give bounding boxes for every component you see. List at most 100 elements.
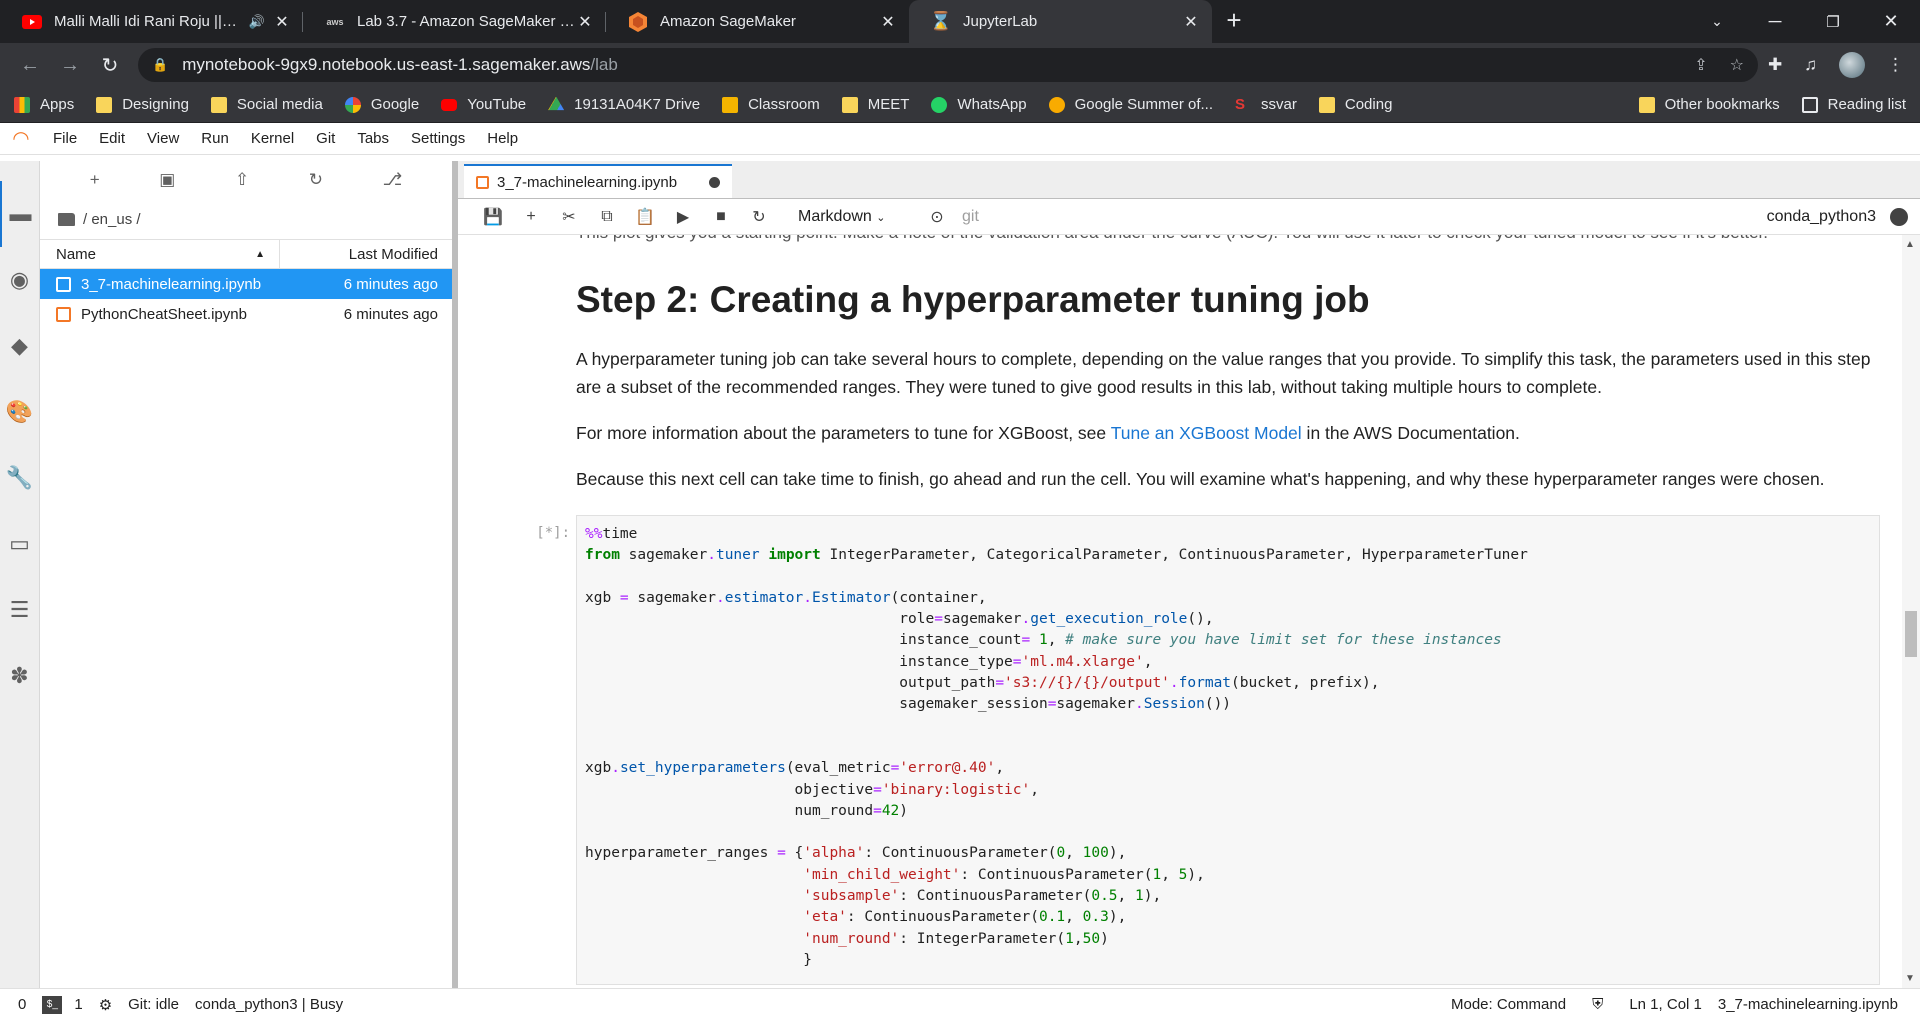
bookmark-classroom[interactable]: Classroom bbox=[722, 96, 820, 113]
markdown-paragraph: Because this next cell can take time to … bbox=[576, 469, 1825, 489]
toc-list-icon[interactable]: ☰ bbox=[0, 577, 40, 643]
close-tab-icon[interactable]: ✕ bbox=[273, 12, 291, 32]
tab-title: Amazon SageMaker bbox=[660, 13, 796, 30]
kernel-name[interactable]: conda_python3 bbox=[1767, 208, 1876, 226]
forward-icon[interactable]: → bbox=[50, 54, 90, 77]
new-tab-button[interactable]: + bbox=[1212, 0, 1256, 43]
back-icon[interactable]: ← bbox=[10, 54, 50, 77]
code-editor[interactable]: %%time from sagemaker.tuner import Integ… bbox=[576, 515, 1880, 985]
media-control-icon[interactable]: ♫ bbox=[1804, 55, 1817, 75]
stop-icon[interactable]: ■ bbox=[702, 208, 740, 226]
browser-tab-2[interactable]: aws Lab 3.7 - Amazon SageMaker - H ✕ bbox=[303, 0, 606, 43]
menu-tabs[interactable]: Tabs bbox=[346, 130, 400, 147]
mode-status[interactable]: Mode: Command bbox=[1451, 996, 1566, 1013]
name-column-header[interactable]: Name ▲ bbox=[40, 240, 280, 268]
close-window-button[interactable]: ✕ bbox=[1862, 0, 1920, 43]
minimize-button[interactable]: ─ bbox=[1746, 0, 1804, 43]
palette-icon[interactable]: 🎨 bbox=[0, 379, 40, 445]
menu-git[interactable]: Git bbox=[305, 130, 346, 147]
git-status[interactable]: Git: idle bbox=[128, 996, 179, 1013]
share-icon[interactable]: ⇪ bbox=[1694, 55, 1707, 75]
save-icon[interactable]: 💾 bbox=[474, 207, 512, 227]
menu-run[interactable]: Run bbox=[190, 130, 240, 147]
close-tab-icon[interactable]: ✕ bbox=[576, 12, 594, 32]
bookmark-drive[interactable]: 19131A04K7 Drive bbox=[548, 96, 700, 113]
bookmark-star-icon[interactable]: ☆ bbox=[1730, 55, 1744, 75]
menu-dots-icon[interactable]: ⋮ bbox=[1887, 55, 1904, 75]
status-count[interactable]: 0 bbox=[18, 996, 26, 1013]
new-folder-icon[interactable]: ▣ bbox=[159, 170, 175, 190]
tab-search-icon[interactable]: ⌄ bbox=[1688, 0, 1746, 43]
clock-icon[interactable]: ⊙ bbox=[918, 207, 956, 227]
run-icon[interactable]: ▶ bbox=[664, 207, 702, 227]
git-clone-icon[interactable]: ⎇ bbox=[383, 170, 403, 190]
folder-icon[interactable]: ▬ bbox=[0, 181, 40, 247]
running-kernels-icon[interactable]: ◉ bbox=[0, 247, 40, 313]
wrench-icon[interactable]: 🔧 bbox=[0, 445, 40, 511]
bookmark-coding[interactable]: Coding bbox=[1318, 96, 1392, 113]
close-tab-icon[interactable]: ✕ bbox=[1182, 12, 1200, 32]
menu-settings[interactable]: Settings bbox=[400, 130, 476, 147]
cell-type-select[interactable]: Markdown ⌄ bbox=[798, 208, 918, 226]
bookmark-other[interactable]: Other bookmarks bbox=[1638, 96, 1780, 113]
menu-kernel[interactable]: Kernel bbox=[240, 130, 305, 147]
bookmark-social-media[interactable]: Social media bbox=[210, 96, 323, 113]
lock-icon[interactable]: 🔒 bbox=[152, 57, 168, 73]
paste-icon[interactable]: 📋 bbox=[626, 207, 664, 227]
menu-view[interactable]: View bbox=[136, 130, 190, 147]
scroll-down-icon[interactable]: ▼ bbox=[1905, 973, 1915, 984]
cut-icon[interactable]: ✂ bbox=[550, 207, 588, 227]
reload-icon[interactable]: ↻ bbox=[90, 53, 130, 78]
browser-tabbar: Malli Malli Idi Rani Roju || Ful 🔊 ✕ aws… bbox=[0, 0, 1920, 43]
menu-edit[interactable]: Edit bbox=[88, 130, 136, 147]
bookmark-gsoc[interactable]: Google Summer of... bbox=[1048, 96, 1213, 113]
scrollbar-thumb[interactable] bbox=[1905, 611, 1917, 657]
unsaved-dot-icon[interactable] bbox=[709, 176, 720, 188]
upload-icon[interactable]: ⇧ bbox=[235, 170, 249, 190]
insert-cell-icon[interactable]: + bbox=[512, 208, 550, 226]
browser-tab-3[interactable]: Amazon SageMaker ✕ bbox=[606, 0, 909, 43]
new-launcher-icon[interactable]: + bbox=[90, 170, 100, 190]
bookmark-google[interactable]: Google bbox=[344, 96, 419, 113]
extensions-icon[interactable]: ✽ bbox=[0, 643, 40, 709]
folder-icon bbox=[210, 96, 227, 113]
browser-tab-4[interactable]: ⌛ JupyterLab ✕ bbox=[909, 0, 1212, 43]
notebook-tab[interactable]: 3_7-machinelearning.ipynb bbox=[464, 164, 732, 198]
xgboost-doc-link[interactable]: Tune an XGBoost Model bbox=[1111, 423, 1302, 443]
kernel-gear-icon[interactable]: ⚙ bbox=[99, 996, 112, 1014]
code-cell[interactable]: [*]: %%time from sagemaker.tuner import … bbox=[536, 515, 1880, 985]
scroll-up-icon[interactable]: ▲ bbox=[1905, 239, 1915, 250]
bookmark-youtube[interactable]: YouTube bbox=[441, 96, 526, 113]
file-row[interactable]: 3_7-machinelearning.ipynb 6 minutes ago bbox=[40, 269, 452, 299]
bookmark-meet[interactable]: MEET bbox=[841, 96, 909, 113]
bookmark-designing[interactable]: Designing bbox=[96, 96, 189, 113]
restart-icon[interactable]: ↻ bbox=[740, 207, 778, 227]
url-field[interactable]: 🔒 mynotebook-9gx9.notebook.us-east-1.sag… bbox=[138, 48, 1758, 82]
bookmark-apps[interactable]: Apps bbox=[14, 96, 74, 113]
refresh-icon[interactable]: ↻ bbox=[309, 170, 323, 190]
git-label[interactable]: git bbox=[962, 208, 979, 226]
browser-tab-1[interactable]: Malli Malli Idi Rani Roju || Ful 🔊 ✕ bbox=[0, 0, 303, 43]
restore-button[interactable]: ❐ bbox=[1804, 0, 1862, 43]
trusted-shield-icon[interactable]: ⛨ bbox=[1592, 996, 1603, 1013]
speaker-icon[interactable]: 🔊 bbox=[249, 14, 265, 30]
close-tab-icon[interactable]: ✕ bbox=[879, 12, 897, 32]
tabs-icon[interactable]: ▭ bbox=[0, 511, 40, 577]
extensions-icon[interactable]: ✚ bbox=[1768, 55, 1782, 75]
git-icon[interactable]: ◆ bbox=[0, 313, 40, 379]
breadcrumb[interactable]: / en_us / bbox=[40, 199, 452, 239]
terminal-status[interactable]: $_ 1 bbox=[42, 995, 83, 1014]
kernel-status[interactable]: conda_python3 | Busy bbox=[195, 996, 343, 1013]
profile-avatar[interactable] bbox=[1839, 52, 1865, 78]
notebook-scrollbar[interactable]: ▲ ▼ bbox=[1902, 235, 1920, 988]
menu-file[interactable]: File bbox=[42, 130, 88, 147]
bookmark-whatsapp[interactable]: WhatsApp bbox=[931, 96, 1027, 113]
reading-list[interactable]: Reading list bbox=[1801, 96, 1906, 113]
menu-help[interactable]: Help bbox=[476, 130, 529, 147]
notebook-content[interactable]: This plot gives you a starting point. Ma… bbox=[458, 235, 1920, 988]
modified-column-header[interactable]: Last Modified bbox=[280, 246, 452, 263]
file-row[interactable]: PythonCheatSheet.ipynb 6 minutes ago bbox=[40, 299, 452, 329]
bookmark-ssvar[interactable]: Sssvar bbox=[1235, 96, 1297, 113]
cursor-position[interactable]: Ln 1, Col 1 bbox=[1629, 996, 1702, 1013]
copy-icon[interactable]: ⧉ bbox=[588, 208, 626, 226]
